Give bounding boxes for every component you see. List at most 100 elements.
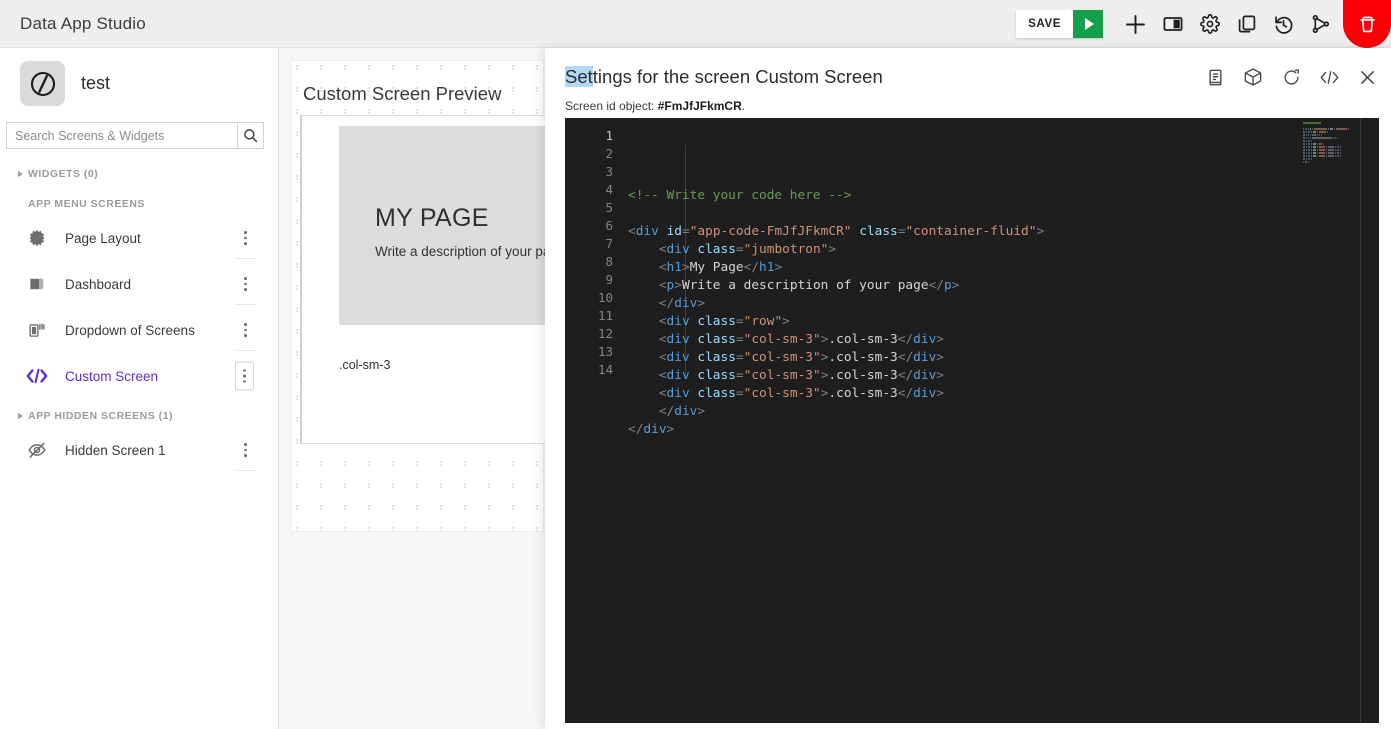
code-token: < <box>658 278 667 293</box>
sidebar-item-dashboard[interactable]: Dashboard <box>0 261 278 307</box>
custom-screen-preview-card[interactable]: Custom Screen Preview MY PAGE Write a de… <box>291 60 553 532</box>
save-button[interactable]: SAVE <box>1016 10 1073 38</box>
panel-layout-icon[interactable] <box>1154 0 1191 48</box>
code-line[interactable]: </div> <box>623 403 1379 421</box>
line-number: 14 <box>597 362 613 377</box>
preview-jumbotron: MY PAGE Write a description of your page <box>339 126 552 325</box>
code-line[interactable]: <!-- Write your code here --> <box>623 187 1379 205</box>
code-token: div <box>635 224 659 239</box>
code-line[interactable]: <h1>My Page</h1> <box>623 259 1379 277</box>
line-number: 12 <box>597 326 613 341</box>
trash-icon[interactable] <box>1343 0 1391 48</box>
kebab-menu-icon[interactable] <box>235 361 254 391</box>
search-input[interactable] <box>6 122 237 149</box>
section-app-menu-screens: APP MENU SCREENS <box>28 198 145 210</box>
screen-id-suffix: . <box>741 99 746 113</box>
code-token: "col-sm-3" <box>743 332 821 347</box>
code-token: > <box>936 386 945 401</box>
minimap-row <box>1303 122 1360 124</box>
section-app-hidden-screens[interactable]: APP HIDDEN SCREENS (1) <box>0 405 278 427</box>
minimap-row <box>1303 140 1360 142</box>
code-line[interactable] <box>623 205 1379 223</box>
sidebar-item-label: Page Layout <box>65 230 141 246</box>
code-token: </ <box>928 278 944 293</box>
code-line[interactable]: <p>Write a description of your page</p> <box>623 277 1379 295</box>
code-token: < <box>658 332 667 347</box>
code-editor[interactable]: 1 2 3 4 5 6 7 8 9 10 11 12 13 14 <!-- Write your code… <box>565 118 1379 723</box>
code-token: </ <box>743 260 760 275</box>
close-icon[interactable] <box>1355 65 1379 89</box>
cube-icon[interactable] <box>1241 65 1265 89</box>
line-number: 2 <box>605 146 613 161</box>
section-widgets[interactable]: WIDGETS (0) <box>0 163 278 185</box>
copy-icon[interactable] <box>1228 0 1265 48</box>
code-line[interactable]: <div class="row"> <box>623 313 1379 331</box>
code-line[interactable]: <div id="app-code-FmJfJFkmCR" class="con… <box>623 223 1379 241</box>
sidebar-item-page-layout[interactable]: Page Layout <box>0 215 278 261</box>
code-token: </ <box>897 332 914 347</box>
plus-icon[interactable] <box>1117 0 1154 48</box>
minimap-row <box>1303 125 1360 127</box>
code-token: < <box>628 224 636 239</box>
refresh-icon[interactable] <box>1279 65 1303 89</box>
document-icon[interactable] <box>1203 65 1227 89</box>
line-number: 6 <box>605 218 613 233</box>
code-token: div <box>674 296 698 311</box>
sidebar-item-hidden-screen-1[interactable]: Hidden Screen 1 <box>0 427 278 473</box>
code-token: = <box>735 242 744 257</box>
code-token: h1 <box>666 260 682 275</box>
editor-minimap[interactable] <box>1303 122 1360 164</box>
code-token: </ <box>658 296 675 311</box>
code-token: div <box>643 422 667 437</box>
code-line[interactable]: <div class="col-sm-3">.col-sm-3</div> <box>623 331 1379 349</box>
modal-title-selected-text: Set <box>565 66 593 87</box>
kebab-menu-icon[interactable] <box>235 271 256 305</box>
modal-action-bar <box>1203 65 1379 89</box>
screen-id-prefix: Screen id object: <box>565 99 658 113</box>
code-token: < <box>658 368 667 383</box>
history-icon[interactable] <box>1265 0 1302 48</box>
code-token: = <box>735 314 744 329</box>
search-icon[interactable] <box>237 122 264 149</box>
code-token: class <box>697 386 736 401</box>
dropdown-screens-icon <box>26 319 48 341</box>
gear-icon[interactable] <box>1191 0 1228 48</box>
modal-title-rest: tings for the screen Custom Screen <box>592 66 883 87</box>
minimap-row <box>1303 158 1360 160</box>
code-line[interactable]: <div class="jumbotron"> <box>623 241 1379 259</box>
code-token: id <box>666 224 682 239</box>
branch-icon[interactable] <box>1302 0 1339 48</box>
run-icon[interactable] <box>1073 10 1103 38</box>
code-line[interactable]: </div> <box>623 295 1379 313</box>
editor-code-area[interactable]: <!-- Write your code here --> <div id="a… <box>623 118 1379 723</box>
sidebar-item-custom-screen[interactable]: Custom Screen <box>0 353 278 399</box>
preview-heading: MY PAGE <box>375 204 489 232</box>
code-token: div <box>666 242 690 257</box>
sidebar-item-dropdown-of-screens[interactable]: Dropdown of Screens <box>0 307 278 353</box>
code-line[interactable]: <div class="col-sm-3">.col-sm-3</div> <box>623 385 1379 403</box>
code-token: > <box>666 422 675 437</box>
code-token: > <box>697 296 706 311</box>
code-token: class <box>697 350 736 365</box>
dashboard-icon <box>26 273 48 295</box>
code-token: </ <box>658 404 675 419</box>
kebab-menu-icon[interactable] <box>235 225 256 259</box>
project-name: test <box>81 73 111 93</box>
code-brackets-icon[interactable] <box>1317 65 1341 89</box>
code-token: = <box>735 368 744 383</box>
code-line[interactable]: <div class="col-sm-3">.col-sm-3</div> <box>623 349 1379 367</box>
save-group: SAVE <box>1016 10 1103 38</box>
code-line[interactable]: </div> <box>623 421 1379 439</box>
code-line[interactable]: <div class="col-sm-3">.col-sm-3</div> <box>623 367 1379 385</box>
code-token: div <box>666 386 690 401</box>
code-token: div <box>674 404 698 419</box>
kebab-menu-icon[interactable] <box>235 317 256 351</box>
code-token: div <box>913 350 937 365</box>
kebab-menu-icon[interactable] <box>235 437 256 471</box>
line-number: 10 <box>597 290 613 305</box>
